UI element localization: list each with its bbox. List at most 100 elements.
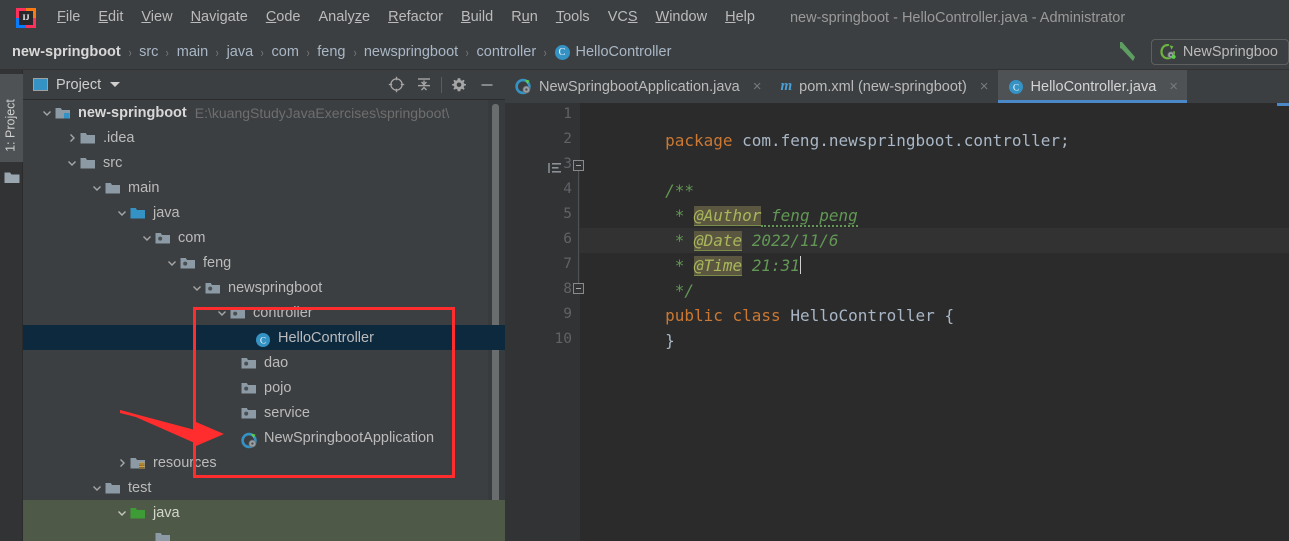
breadcrumb-separator: › xyxy=(306,44,310,60)
line-number: 8 xyxy=(563,281,572,297)
tree-row-newspringboot-application[interactable]: NewSpringbootApplication xyxy=(23,425,505,450)
tool-window-button-project[interactable]: 1: Project xyxy=(0,74,23,162)
back-arrow-icon[interactable] xyxy=(1113,39,1141,65)
code-keyword-package: package xyxy=(665,131,733,150)
menu-item-edit[interactable]: Edit xyxy=(89,0,132,35)
javadoc-gutter-icon[interactable] xyxy=(548,161,562,179)
locate-icon[interactable] xyxy=(382,72,410,98)
menu-item-refactor[interactable]: Refactor xyxy=(379,0,452,35)
chevron-down-icon[interactable] xyxy=(91,482,103,494)
breadcrumb-item-project[interactable]: new-springboot xyxy=(12,44,121,60)
breadcrumb-item-java[interactable]: java xyxy=(227,44,254,60)
fold-collapse-icon-bottom[interactable] xyxy=(573,283,584,294)
line-number: 3 xyxy=(563,156,572,172)
code-open-brace: { xyxy=(944,306,955,325)
breadcrumb-item-com[interactable]: com xyxy=(272,44,299,60)
package-icon xyxy=(205,281,221,295)
settings-gear-icon[interactable] xyxy=(445,72,473,98)
tree-label: java xyxy=(153,204,180,221)
navigation-bar: new-springboot › src › main › java › com… xyxy=(0,35,1289,70)
hide-window-icon[interactable] xyxy=(473,72,501,98)
tree-row-com[interactable]: com xyxy=(23,225,505,250)
toolbar-divider xyxy=(441,76,442,93)
editor-gutter[interactable]: 1 2 3 4 5 6 7 8 9 10 xyxy=(505,103,580,541)
package-icon xyxy=(241,406,257,420)
close-icon[interactable]: × xyxy=(753,78,762,95)
chevron-right-icon[interactable] xyxy=(116,457,128,469)
folder-icon xyxy=(80,156,96,170)
chevron-down-icon[interactable] xyxy=(141,232,153,244)
tree-row-controller[interactable]: controller xyxy=(23,300,505,325)
menu-item-window[interactable]: Window xyxy=(647,0,717,35)
chevron-down-icon[interactable] xyxy=(116,507,128,519)
breadcrumb-item-feng[interactable]: feng xyxy=(317,44,345,60)
collapse-all-icon[interactable] xyxy=(410,72,438,98)
editor-marker-stripe[interactable] xyxy=(1277,103,1289,106)
project-tree[interactable]: new-springboot E:\kuangStudyJavaExercise… xyxy=(23,100,505,541)
fold-collapse-icon-top[interactable] xyxy=(573,160,584,171)
menu-item-help[interactable]: Help xyxy=(716,0,764,35)
tab-hellocontroller[interactable]: C HelloController.java × xyxy=(997,70,1188,103)
menu-item-file[interactable]: File xyxy=(48,0,89,35)
tree-row-partial[interactable] xyxy=(23,525,505,541)
menu-item-run[interactable]: Run xyxy=(502,0,547,35)
chevron-down-icon[interactable] xyxy=(191,282,203,294)
menu-item-tools[interactable]: Tools xyxy=(547,0,599,35)
tree-row-src[interactable]: src xyxy=(23,150,505,175)
breadcrumb-item-newspringboot[interactable]: newspringboot xyxy=(364,44,458,60)
breadcrumb-item-src[interactable]: src xyxy=(139,44,158,60)
tab-pom-xml[interactable]: m pom.xml (new-springboot) × xyxy=(770,70,997,103)
chevron-down-icon[interactable] xyxy=(216,307,228,319)
tree-row-main[interactable]: main xyxy=(23,175,505,200)
code-editor[interactable]: 1 2 3 4 5 6 7 8 9 10 package com.feng.ne… xyxy=(505,103,1289,541)
tree-row-test[interactable]: test xyxy=(23,475,505,500)
menu-item-view[interactable]: View xyxy=(132,0,181,35)
breadcrumb-item-class[interactable]: C HelloController xyxy=(554,44,671,60)
chevron-down-icon[interactable] xyxy=(91,182,103,194)
close-icon[interactable]: × xyxy=(1169,78,1178,95)
svg-text:C: C xyxy=(1013,82,1019,92)
breadcrumb-item-controller[interactable]: controller xyxy=(477,44,537,60)
resource-folder-icon xyxy=(130,456,146,470)
menu-item-vcs[interactable]: VCS xyxy=(599,0,647,35)
chevron-down-icon[interactable] xyxy=(41,107,53,119)
spring-boot-icon xyxy=(1160,43,1176,60)
breadcrumb-item-main[interactable]: main xyxy=(177,44,208,60)
menu-item-code[interactable]: Code xyxy=(257,0,310,35)
close-icon[interactable]: × xyxy=(980,78,989,95)
tree-row-service[interactable]: service xyxy=(23,400,505,425)
code-javadoc-value-time: 21:31 xyxy=(742,256,800,275)
editor-area: NewSpringbootApplication.java × m pom.xm… xyxy=(505,70,1289,541)
tab-newspringbootapplication[interactable]: NewSpringbootApplication.java × xyxy=(505,70,770,103)
menu-item-build[interactable]: Build xyxy=(452,0,502,35)
package-icon xyxy=(241,381,257,395)
chevron-down-icon[interactable] xyxy=(66,157,78,169)
tree-row-java-source[interactable]: java xyxy=(23,200,505,225)
tree-row-dao[interactable]: dao xyxy=(23,350,505,375)
project-panel-header: Project xyxy=(23,70,505,100)
chevron-down-icon[interactable] xyxy=(110,82,121,87)
package-icon xyxy=(180,256,196,270)
tree-row-java-test[interactable]: java xyxy=(23,500,505,525)
window-title: new-springboot - HelloController.java - … xyxy=(789,9,1126,26)
code-keyword-class: class xyxy=(732,306,781,325)
tree-row-newspringboot[interactable]: newspringboot xyxy=(23,275,505,300)
tree-row-idea[interactable]: .idea xyxy=(23,125,505,150)
tree-row-new-springboot[interactable]: new-springboot E:\kuangStudyJavaExercise… xyxy=(23,100,505,125)
menu-item-navigate[interactable]: Navigate xyxy=(182,0,257,35)
tree-row-resources[interactable]: resources xyxy=(23,450,505,475)
folder-icon xyxy=(4,170,20,189)
tree-row-hello-controller[interactable]: C HelloController xyxy=(23,325,505,350)
tree-label: src xyxy=(103,154,123,171)
java-class-icon: C xyxy=(554,44,570,60)
tree-row-feng[interactable]: feng xyxy=(23,250,505,275)
folder-icon xyxy=(105,481,121,495)
menu-item-analyze[interactable]: Analyze xyxy=(310,0,380,35)
tree-row-pojo[interactable]: pojo xyxy=(23,375,505,400)
chevron-down-icon[interactable] xyxy=(116,207,128,219)
chevron-right-icon[interactable] xyxy=(66,132,78,144)
chevron-down-icon[interactable] xyxy=(166,257,178,269)
code-line-9: } xyxy=(588,303,675,378)
source-folder-icon xyxy=(130,206,146,220)
run-configuration-selector[interactable]: NewSpringboo xyxy=(1150,39,1289,65)
